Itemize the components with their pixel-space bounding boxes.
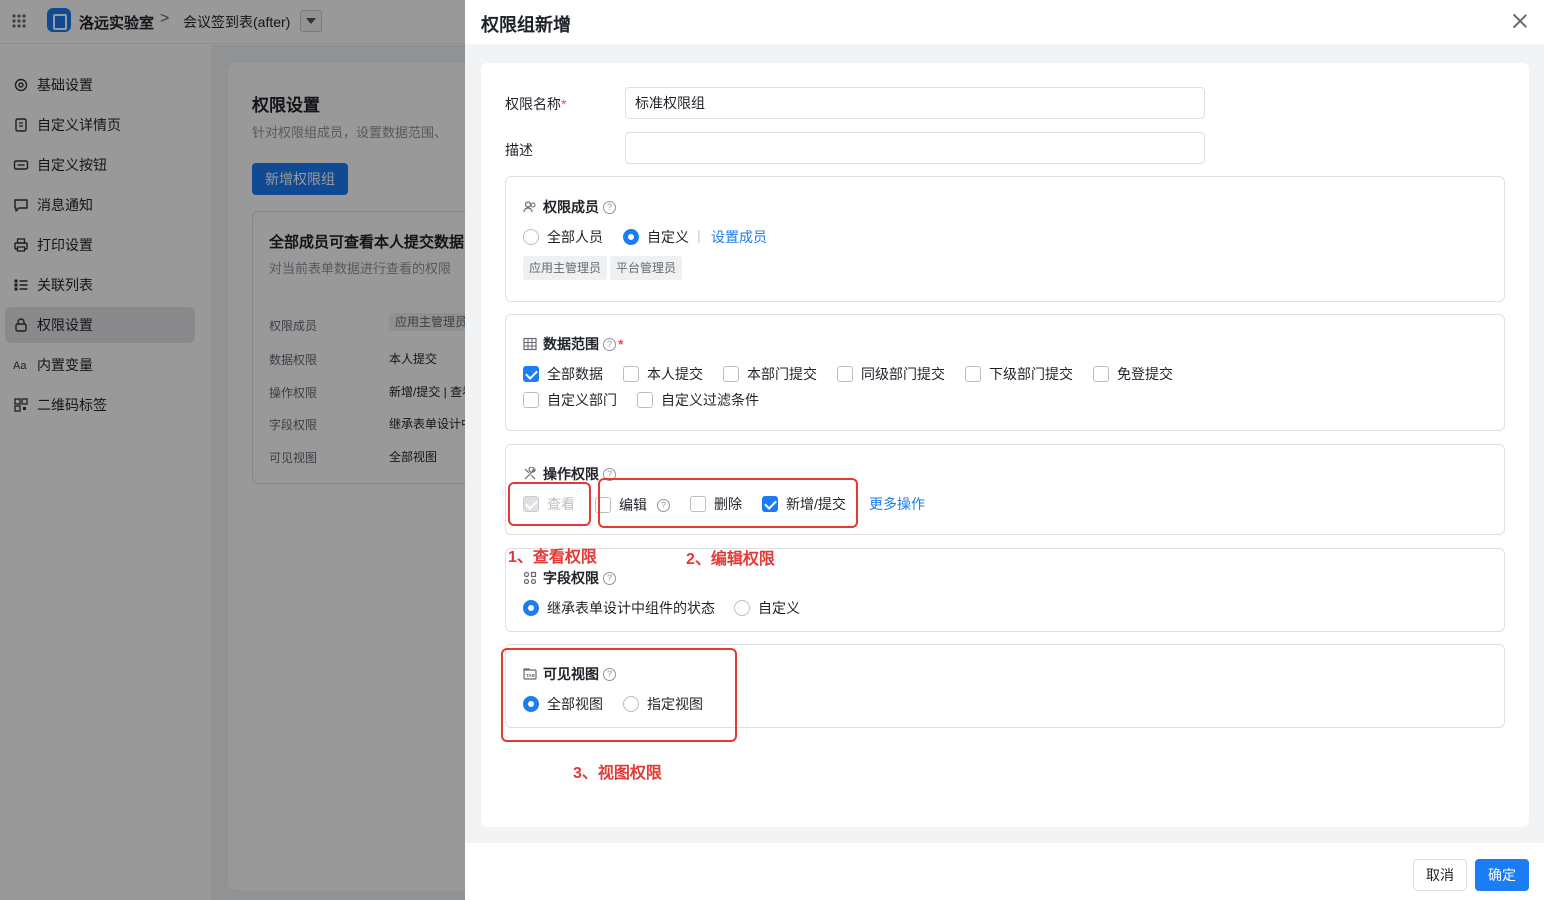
option-label: 全部人员	[547, 229, 603, 245]
help-icon[interactable]: ?	[603, 200, 616, 214]
annotation-box-views	[501, 648, 737, 742]
more-operations-link[interactable]: 更多操作	[869, 494, 925, 514]
members-title-text: 权限成员	[543, 199, 599, 215]
field-permissions-title-text: 字段权限	[543, 570, 599, 586]
radio-checked-icon	[623, 229, 639, 245]
option-label: 同级部门提交	[861, 366, 945, 382]
radio-icon	[523, 229, 539, 245]
option-label: 免登提交	[1117, 366, 1173, 382]
drawer-title: 权限组新增	[481, 15, 571, 35]
scope-option-all-data[interactable]: 全部数据	[523, 364, 603, 384]
checkbox-checked-icon	[523, 366, 539, 382]
fields-option-custom[interactable]: 自定义	[734, 598, 800, 618]
help-icon[interactable]: ?	[603, 337, 616, 351]
option-label: 继承表单设计中组件的状态	[547, 600, 715, 616]
member-tag: 平台管理员	[610, 256, 683, 280]
permission-name-input[interactable]: 标准权限组	[625, 87, 1205, 119]
scope-option-anonymous[interactable]: 免登提交	[1093, 364, 1173, 384]
radio-checked-icon	[523, 600, 539, 616]
annotation-text-edit: 2、编辑权限	[686, 551, 775, 568]
checkbox-icon	[837, 366, 853, 382]
option-label: 自定义过滤条件	[661, 392, 759, 408]
scope-option-dept[interactable]: 本部门提交	[723, 364, 817, 384]
option-label: 自定义部门	[547, 392, 617, 408]
annotation-text-view: 1、查看权限	[508, 549, 597, 566]
operation-permissions-title-text: 操作权限	[543, 466, 599, 482]
option-label: 下级部门提交	[989, 366, 1073, 382]
table-icon	[523, 337, 537, 351]
members-option-all[interactable]: 全部人员	[523, 227, 603, 247]
drawer-header: 权限组新增	[465, 0, 1544, 44]
members-title: 权限成员 ?	[523, 197, 616, 217]
required-mark: *	[561, 96, 567, 112]
checkbox-icon	[965, 366, 981, 382]
drawer-footer: 取消 确定	[465, 843, 1544, 900]
description-input[interactable]	[625, 132, 1205, 164]
scope-option-custom-filter[interactable]: 自定义过滤条件	[637, 390, 759, 410]
divider: |	[697, 227, 701, 243]
fields-option-inherit[interactable]: 继承表单设计中组件的状态	[523, 598, 715, 618]
required-mark: *	[618, 336, 624, 352]
checkbox-icon	[1093, 366, 1109, 382]
users-icon	[523, 201, 536, 213]
option-label: 本部门提交	[747, 366, 817, 382]
scope-option-self[interactable]: 本人提交	[623, 364, 703, 384]
cancel-button[interactable]: 取消	[1413, 859, 1467, 891]
help-icon[interactable]: ?	[603, 571, 616, 585]
scope-option-peer-dept[interactable]: 同级部门提交	[837, 364, 945, 384]
member-tag: 应用主管理员	[523, 256, 608, 280]
option-label: 自定义	[647, 229, 689, 245]
annotation-box-edit	[598, 478, 858, 528]
radio-icon	[734, 600, 750, 616]
permission-name-label: 权限名称*	[505, 94, 566, 114]
annotation-box-view	[508, 482, 591, 526]
confirm-button[interactable]: 确定	[1475, 859, 1529, 891]
members-option-custom[interactable]: 自定义	[623, 227, 689, 247]
field-permissions-section	[505, 548, 1505, 632]
checkbox-icon	[723, 366, 739, 382]
option-label: 全部数据	[547, 366, 603, 382]
close-icon[interactable]	[1510, 12, 1530, 32]
data-scope-title: 数据范围 ? *	[523, 334, 623, 354]
checkbox-icon	[523, 392, 539, 408]
tools-icon	[524, 467, 536, 480]
annotation-text-views: 3、视图权限	[573, 765, 662, 782]
scope-option-sub-dept[interactable]: 下级部门提交	[965, 364, 1073, 384]
fields-icon	[523, 571, 537, 585]
checkbox-icon	[623, 366, 639, 382]
option-label: 自定义	[758, 600, 800, 616]
option-label: 本人提交	[647, 366, 703, 382]
checkbox-icon	[637, 392, 653, 408]
data-scope-title-text: 数据范围	[543, 336, 599, 352]
field-permissions-title: 字段权限 ?	[523, 568, 616, 588]
set-members-link[interactable]: 设置成员	[711, 227, 767, 247]
description-label: 描述	[505, 142, 533, 158]
permission-name-label-text: 权限名称	[505, 96, 561, 112]
scope-option-custom-dept[interactable]: 自定义部门	[523, 390, 617, 410]
